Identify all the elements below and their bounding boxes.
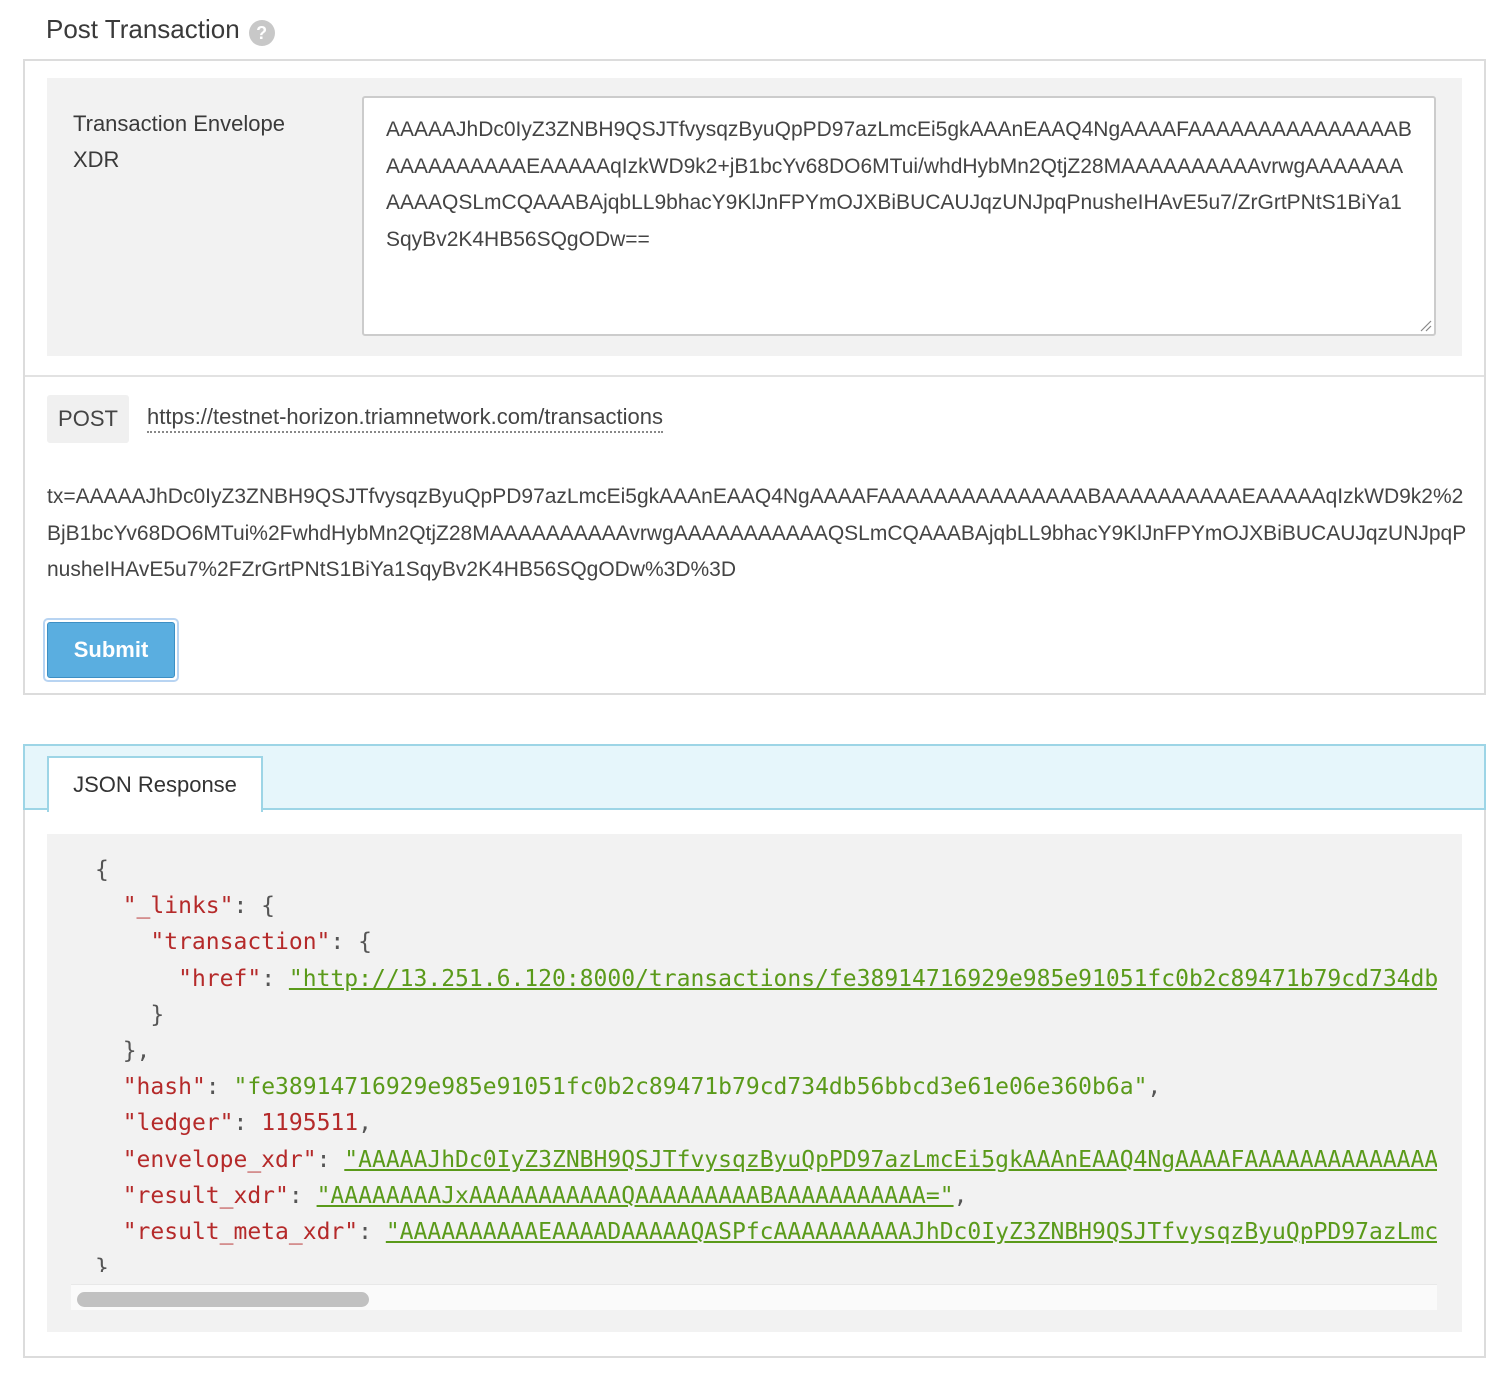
resize-grip-icon[interactable] [1418, 318, 1432, 332]
json-link-envelope[interactable]: "AAAAAJhDc0IyZ3ZNBH9QSJTfvysqzByuQpPD97a… [344, 1147, 1437, 1173]
endpoint-url-link[interactable]: https://testnet-horizon.triamnetwork.com… [147, 403, 663, 433]
scrollbar-thumb[interactable] [77, 1292, 369, 1307]
page-title: Post Transaction ? [46, 12, 275, 46]
horizontal-scrollbar[interactable] [71, 1284, 1437, 1310]
json-key: "result_xdr" [122, 1182, 289, 1209]
json-code-block: { "_links": { "transaction": { "href": "… [95, 852, 1437, 1272]
xdr-label-line2: XDR [73, 147, 120, 172]
section-divider [25, 375, 1484, 377]
response-panel: JSON Response { "_links": { "transaction… [23, 744, 1486, 1358]
xdr-input-section: Transaction Envelope XDR AAAAAJhDc0IyZ3Z… [47, 78, 1462, 356]
json-link-result[interactable]: "AAAAAAAAJxAAAAAAAAAAAQAAAAAAAAABAAAAAAA… [317, 1183, 954, 1209]
json-key: "transaction" [150, 929, 331, 956]
json-hash-value: "fe38914716929e985e91051fc0b2c89471b79cd… [233, 1074, 1148, 1101]
request-body-text: tx=AAAAAJhDc0IyZ3ZNBH9QSJTfvysqzByuQpPD9… [47, 485, 1467, 581]
json-key: "_links" [122, 893, 234, 920]
json-key: "href" [178, 965, 262, 992]
json-ledger-value: 1195511 [261, 1110, 359, 1137]
tab-json-response[interactable]: JSON Response [47, 756, 263, 812]
page-title-text: Post Transaction [46, 13, 240, 44]
json-key: "result_meta_xdr" [122, 1219, 359, 1246]
xdr-label-line1: Transaction Envelope [73, 111, 285, 136]
json-key: "ledger" [122, 1110, 234, 1137]
json-key: "hash" [122, 1074, 206, 1101]
json-link-result-meta[interactable]: "AAAAAAAAAAEAAAADAAAAAQASPfcAAAAAAAAAAJh… [386, 1219, 1437, 1245]
submit-button[interactable]: Submit [43, 618, 179, 682]
json-response-box: { "_links": { "transaction": { "href": "… [47, 834, 1462, 1332]
http-method-badge: POST [47, 395, 129, 443]
json-link-href[interactable]: "http://13.251.6.120:8000/transactions/f… [289, 966, 1437, 992]
submit-button-label: Submit [47, 622, 175, 678]
help-icon[interactable]: ? [248, 20, 275, 46]
post-transaction-panel: Transaction Envelope XDR AAAAAJhDc0IyZ3Z… [23, 59, 1486, 695]
response-tab-strip: JSON Response [23, 744, 1486, 812]
json-key: "envelope_xdr" [122, 1146, 317, 1173]
xdr-textarea-value: AAAAAJhDc0IyZ3ZNBH9QSJTfvysqzByuQpPD97az… [386, 118, 1412, 251]
xdr-field-label: Transaction Envelope XDR [73, 106, 323, 178]
xdr-textarea[interactable]: AAAAAJhDc0IyZ3ZNBH9QSJTfvysqzByuQpPD97az… [362, 96, 1436, 336]
